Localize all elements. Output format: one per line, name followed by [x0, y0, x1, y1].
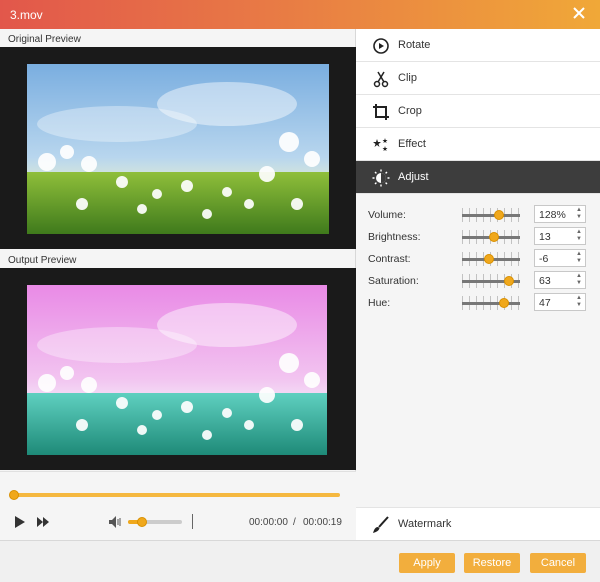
brightness-spinbox[interactable]: 13 ▲ ▼	[534, 227, 586, 245]
hue-row: Hue: 47 ▲ ▼	[356, 293, 600, 315]
contrast-label: Contrast:	[368, 253, 411, 265]
hue-spinbox[interactable]: 47 ▲ ▼	[534, 293, 586, 311]
total-time: 00:00:19	[303, 517, 342, 528]
original-preview-image	[27, 64, 329, 234]
original-preview	[0, 47, 356, 249]
hue-label: Hue:	[368, 297, 391, 309]
time-separator: /	[293, 517, 296, 528]
volume-handle[interactable]	[136, 517, 147, 527]
volume-spinbox[interactable]: 128% ▲ ▼	[534, 205, 586, 223]
volume-value: 128%	[539, 209, 566, 221]
menu-clip-label: Clip	[398, 72, 417, 84]
close-icon[interactable]	[572, 6, 586, 20]
spin-arrows-icon[interactable]: ▲ ▼	[576, 273, 582, 287]
hue-value: 47	[539, 297, 551, 309]
menu-crop[interactable]: Crop	[356, 95, 600, 128]
saturation-label: Saturation:	[368, 275, 419, 287]
scissors-icon	[373, 71, 389, 88]
footer: Apply Restore Cancel	[0, 540, 600, 582]
saturation-row: Saturation: 63 ▲ ▼	[356, 271, 600, 293]
volume-icon[interactable]	[108, 515, 122, 529]
brush-icon	[373, 516, 389, 533]
menu-effect-label: Effect	[398, 138, 426, 150]
saturation-spinbox[interactable]: 63 ▲ ▼	[534, 271, 586, 289]
brightness-slider[interactable]	[462, 227, 520, 247]
crop-icon	[373, 104, 389, 120]
menu-crop-label: Crop	[398, 105, 422, 117]
contrast-row: Contrast: -6 ▲ ▼	[356, 249, 600, 271]
preview-pane: Original Preview Output Preview 00:00:00…	[0, 29, 356, 540]
divider	[192, 514, 193, 529]
menu-watermark-label: Watermark	[398, 518, 452, 530]
rotate-icon	[373, 38, 389, 54]
window-title: 3.mov	[10, 8, 43, 22]
volume-label: Volume:	[368, 209, 406, 221]
restore-button[interactable]: Restore	[464, 553, 520, 573]
apply-button[interactable]: Apply	[399, 553, 455, 573]
volume-row: Volume: 128% ▲ ▼	[356, 205, 600, 227]
spin-arrows-icon[interactable]: ▲ ▼	[576, 295, 582, 309]
menu-effect[interactable]: Effect	[356, 128, 600, 161]
output-preview-image	[27, 285, 327, 455]
brightness-value: 13	[539, 231, 551, 243]
menu-clip[interactable]: Clip	[356, 62, 600, 95]
output-preview-label: Output Preview	[8, 255, 77, 266]
cancel-button[interactable]: Cancel	[530, 553, 586, 573]
edit-panel: Rotate Clip Crop Effect Adjust Volume: 1…	[356, 29, 600, 540]
saturation-slider[interactable]	[462, 271, 520, 291]
output-preview	[0, 268, 356, 470]
brightness-label: Brightness:	[368, 231, 421, 243]
spin-arrows-icon[interactable]: ▲ ▼	[576, 207, 582, 221]
slider-track	[462, 302, 520, 305]
seek-bar[interactable]	[14, 493, 340, 497]
saturation-value: 63	[539, 275, 551, 287]
contrast-spinbox[interactable]: -6 ▲ ▼	[534, 249, 586, 267]
menu-watermark[interactable]: Watermark	[356, 507, 600, 540]
slider-track	[462, 214, 520, 217]
original-preview-label: Original Preview	[8, 34, 81, 45]
hue-slider[interactable]	[462, 293, 520, 313]
menu-rotate[interactable]: Rotate	[356, 29, 600, 62]
brightness-row: Brightness: 13 ▲ ▼	[356, 227, 600, 249]
seek-handle[interactable]	[9, 490, 19, 500]
menu-adjust-label: Adjust	[398, 171, 429, 183]
contrast-slider[interactable]	[462, 249, 520, 269]
menu-rotate-label: Rotate	[398, 39, 431, 51]
playback-controls: 00:00:00 / 00:00:19	[0, 471, 356, 540]
effect-icon	[373, 138, 388, 151]
spin-arrows-icon[interactable]: ▲ ▼	[576, 229, 582, 243]
spin-arrows-icon[interactable]: ▲ ▼	[576, 251, 582, 265]
fast-forward-icon[interactable]	[37, 517, 49, 527]
current-time: 00:00:00	[249, 517, 288, 528]
volume-adjust-slider[interactable]	[462, 205, 520, 225]
adjust-icon	[372, 169, 390, 187]
contrast-value: -6	[539, 253, 549, 265]
menu-adjust[interactable]: Adjust	[356, 161, 600, 194]
title-bar: 3.mov	[0, 0, 600, 29]
play-icon[interactable]	[14, 515, 26, 529]
slider-handle[interactable]	[503, 276, 514, 286]
